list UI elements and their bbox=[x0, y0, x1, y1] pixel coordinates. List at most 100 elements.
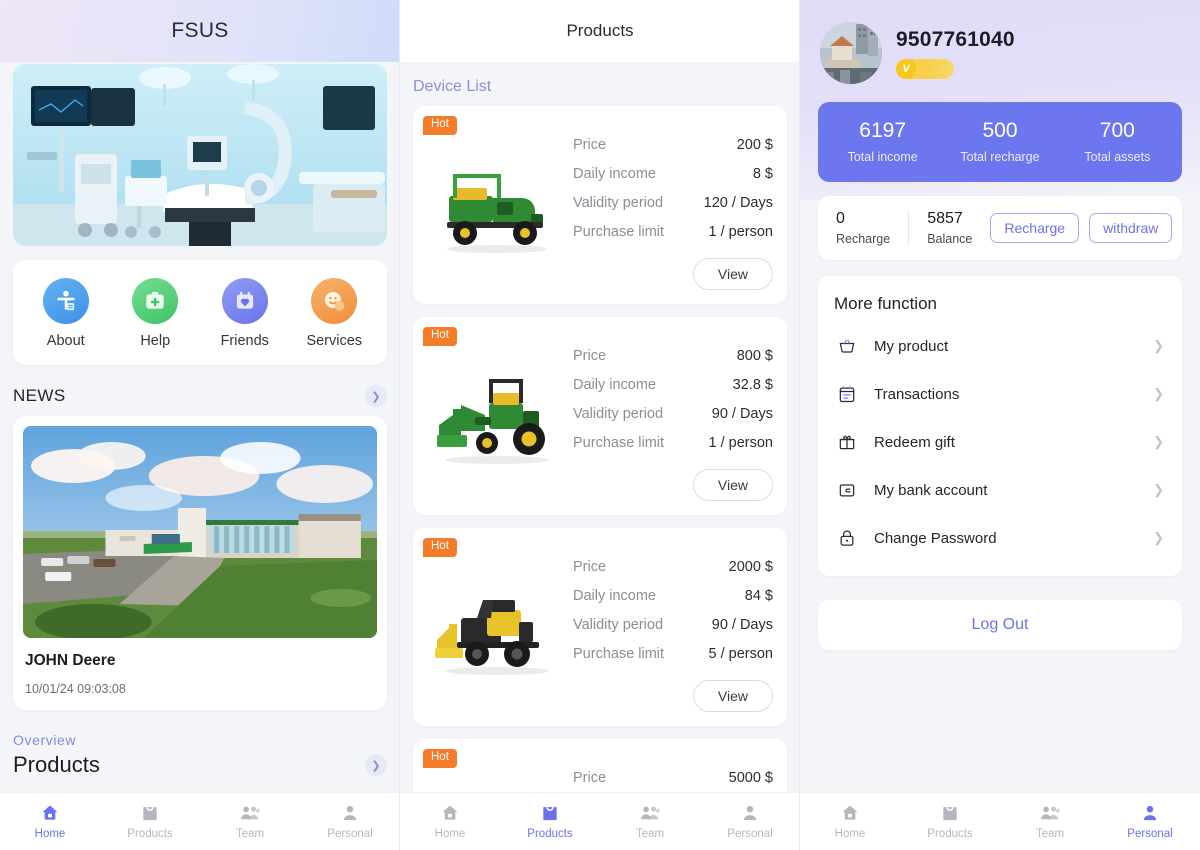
menu-item-change-password[interactable]: Change Password ❯ bbox=[834, 514, 1166, 562]
friends-icon bbox=[221, 278, 268, 324]
tab-products[interactable]: Products bbox=[500, 803, 600, 840]
spec-price: Price 200 $ bbox=[573, 130, 773, 159]
menu-item-my-bank-account[interactable]: My bank account ❯ bbox=[834, 466, 1166, 514]
menu-item-redeem-gift[interactable]: Redeem gift ❯ bbox=[834, 418, 1166, 466]
menu-item-label: Redeem gift bbox=[874, 433, 955, 451]
products-header: Products bbox=[400, 0, 800, 62]
balance-label: Balance bbox=[927, 232, 973, 246]
stat-label: Total assets bbox=[1084, 150, 1151, 164]
news-section-title: NEWS bbox=[13, 386, 66, 405]
view-button[interactable]: View bbox=[692, 469, 773, 501]
home-icon bbox=[40, 803, 60, 823]
recharge-button[interactable]: Recharge bbox=[990, 213, 1080, 243]
stat-value: 6197 bbox=[859, 119, 907, 142]
quick-action-help[interactable]: Help bbox=[117, 278, 193, 349]
personal-panel: 9507761040 V 6197 Total income 500 Total… bbox=[800, 0, 1200, 850]
spec-value: 5000 $ bbox=[728, 769, 773, 786]
spec-label: Validity period bbox=[573, 405, 664, 422]
tab-team[interactable]: Team bbox=[600, 803, 700, 840]
personal-scroll-area[interactable]: 9507761040 V 6197 Total income 500 Total… bbox=[800, 0, 1200, 792]
spec-validity: Validity period 90 / Days bbox=[573, 610, 773, 639]
logout-button[interactable]: Log Out bbox=[818, 600, 1182, 650]
quick-action-services[interactable]: Services bbox=[296, 278, 372, 349]
products-scroll-area[interactable]: Device List Hot Price 200 $ Daily income… bbox=[400, 62, 800, 850]
withdraw-button[interactable]: withdraw bbox=[1089, 213, 1173, 243]
tab-products[interactable]: Products bbox=[100, 803, 200, 840]
profile-header[interactable]: 9507761040 V bbox=[800, 0, 1200, 84]
tab-label: Home bbox=[834, 828, 866, 840]
product-actions: View bbox=[573, 469, 773, 501]
tab-products[interactable]: Products bbox=[900, 803, 1000, 840]
tab-label: Home bbox=[434, 828, 466, 840]
news-more-chevron-right-icon[interactable]: ❯ bbox=[365, 385, 387, 407]
hero-banner-wrap bbox=[0, 62, 400, 246]
news-card[interactable]: JOHN Deere 10/01/24 09:03:08 bbox=[13, 416, 387, 710]
avatar[interactable] bbox=[820, 22, 882, 84]
app-screen: FSUS About Help Friends Services NEWS ❯ … bbox=[0, 0, 1200, 850]
spec-label: Purchase limit bbox=[573, 645, 665, 662]
spec-daily-income: Daily income 8 $ bbox=[573, 159, 773, 188]
tab-personal[interactable]: Personal bbox=[300, 803, 400, 840]
spec-limit: Purchase limit 1 / person bbox=[573, 217, 773, 246]
chevron-right-icon: ❯ bbox=[1153, 482, 1164, 497]
tab-home[interactable]: Home bbox=[0, 803, 100, 840]
menu-item-label: Transactions bbox=[874, 385, 960, 403]
quick-action-about[interactable]: About bbox=[28, 278, 104, 349]
menu-item-transactions[interactable]: Transactions ❯ bbox=[834, 370, 1166, 418]
product-card[interactable]: Hot bbox=[413, 106, 787, 304]
hero-banner-image[interactable] bbox=[13, 64, 387, 246]
stat-label: Total income bbox=[847, 150, 918, 164]
overview-title: Products bbox=[13, 752, 100, 777]
spec-label: Daily income bbox=[573, 165, 656, 182]
tab-personal[interactable]: Personal bbox=[1100, 803, 1200, 840]
product-image bbox=[425, 329, 573, 501]
chevron-right-icon: ❯ bbox=[1153, 386, 1164, 401]
tab-label: Personal bbox=[327, 828, 373, 840]
tab-personal[interactable]: Personal bbox=[700, 803, 800, 840]
view-button[interactable]: View bbox=[692, 680, 773, 712]
product-card[interactable]: Hot bbox=[413, 528, 787, 726]
stat-total-assets: 700 Total assets bbox=[1059, 119, 1176, 164]
overview-section: Overview Products ❯ bbox=[13, 732, 387, 778]
spec-value: 90 / Days bbox=[711, 616, 773, 633]
spec-value: 5 / person bbox=[708, 645, 774, 662]
quick-action-label: Services bbox=[306, 333, 363, 349]
person-icon bbox=[1140, 803, 1160, 823]
person-icon bbox=[340, 803, 360, 823]
menu-item-my-product[interactable]: My product ❯ bbox=[834, 322, 1166, 370]
spec-label: Price bbox=[573, 347, 607, 364]
menu-item-label: Change Password bbox=[874, 529, 997, 547]
tab-home[interactable]: Home bbox=[400, 803, 500, 840]
quick-action-label: Friends bbox=[220, 333, 269, 349]
tab-label: Home bbox=[34, 828, 66, 840]
chevron-right-icon: ❯ bbox=[1153, 530, 1164, 545]
spec-price: Price 800 $ bbox=[573, 341, 773, 370]
calendar-list-icon bbox=[836, 384, 858, 404]
quick-action-label: About bbox=[46, 333, 85, 349]
home-panel: FSUS About Help Friends Services NEWS ❯ … bbox=[0, 0, 400, 850]
vip-check-icon: V bbox=[896, 58, 916, 79]
tab-team[interactable]: Team bbox=[1000, 803, 1100, 840]
spec-value: 1 / person bbox=[708, 223, 774, 240]
tab-label: Products bbox=[127, 828, 173, 840]
home-scroll-area[interactable]: About Help Friends Services NEWS ❯ JOHN … bbox=[0, 62, 400, 792]
tab-label: Personal bbox=[1127, 828, 1173, 840]
tab-home[interactable]: Home bbox=[800, 803, 900, 840]
tab-team[interactable]: Team bbox=[200, 803, 300, 840]
spec-value: 2000 $ bbox=[728, 558, 773, 575]
bank-card-icon bbox=[836, 480, 858, 500]
overview-chevron-right-icon[interactable]: ❯ bbox=[365, 754, 387, 776]
product-card[interactable]: Hot bbox=[413, 317, 787, 515]
status-badge: Hot bbox=[423, 538, 457, 557]
quick-action-friends[interactable]: Friends bbox=[207, 278, 283, 349]
spec-value: 90 / Days bbox=[711, 405, 773, 422]
products-panel: Products Device List Hot Price 200 $ Dai… bbox=[400, 0, 800, 850]
spec-limit: Purchase limit 1 / person bbox=[573, 428, 773, 457]
bag-icon bbox=[940, 803, 960, 823]
stat-total-income: 6197 Total income bbox=[824, 119, 941, 164]
vip-badge: V bbox=[896, 58, 954, 79]
overview-row[interactable]: Products ❯ bbox=[13, 752, 387, 778]
recharge-value: 0 bbox=[836, 210, 845, 227]
tabbar-home-panel: Home Products Team Personal bbox=[0, 792, 400, 850]
view-button[interactable]: View bbox=[692, 258, 773, 290]
